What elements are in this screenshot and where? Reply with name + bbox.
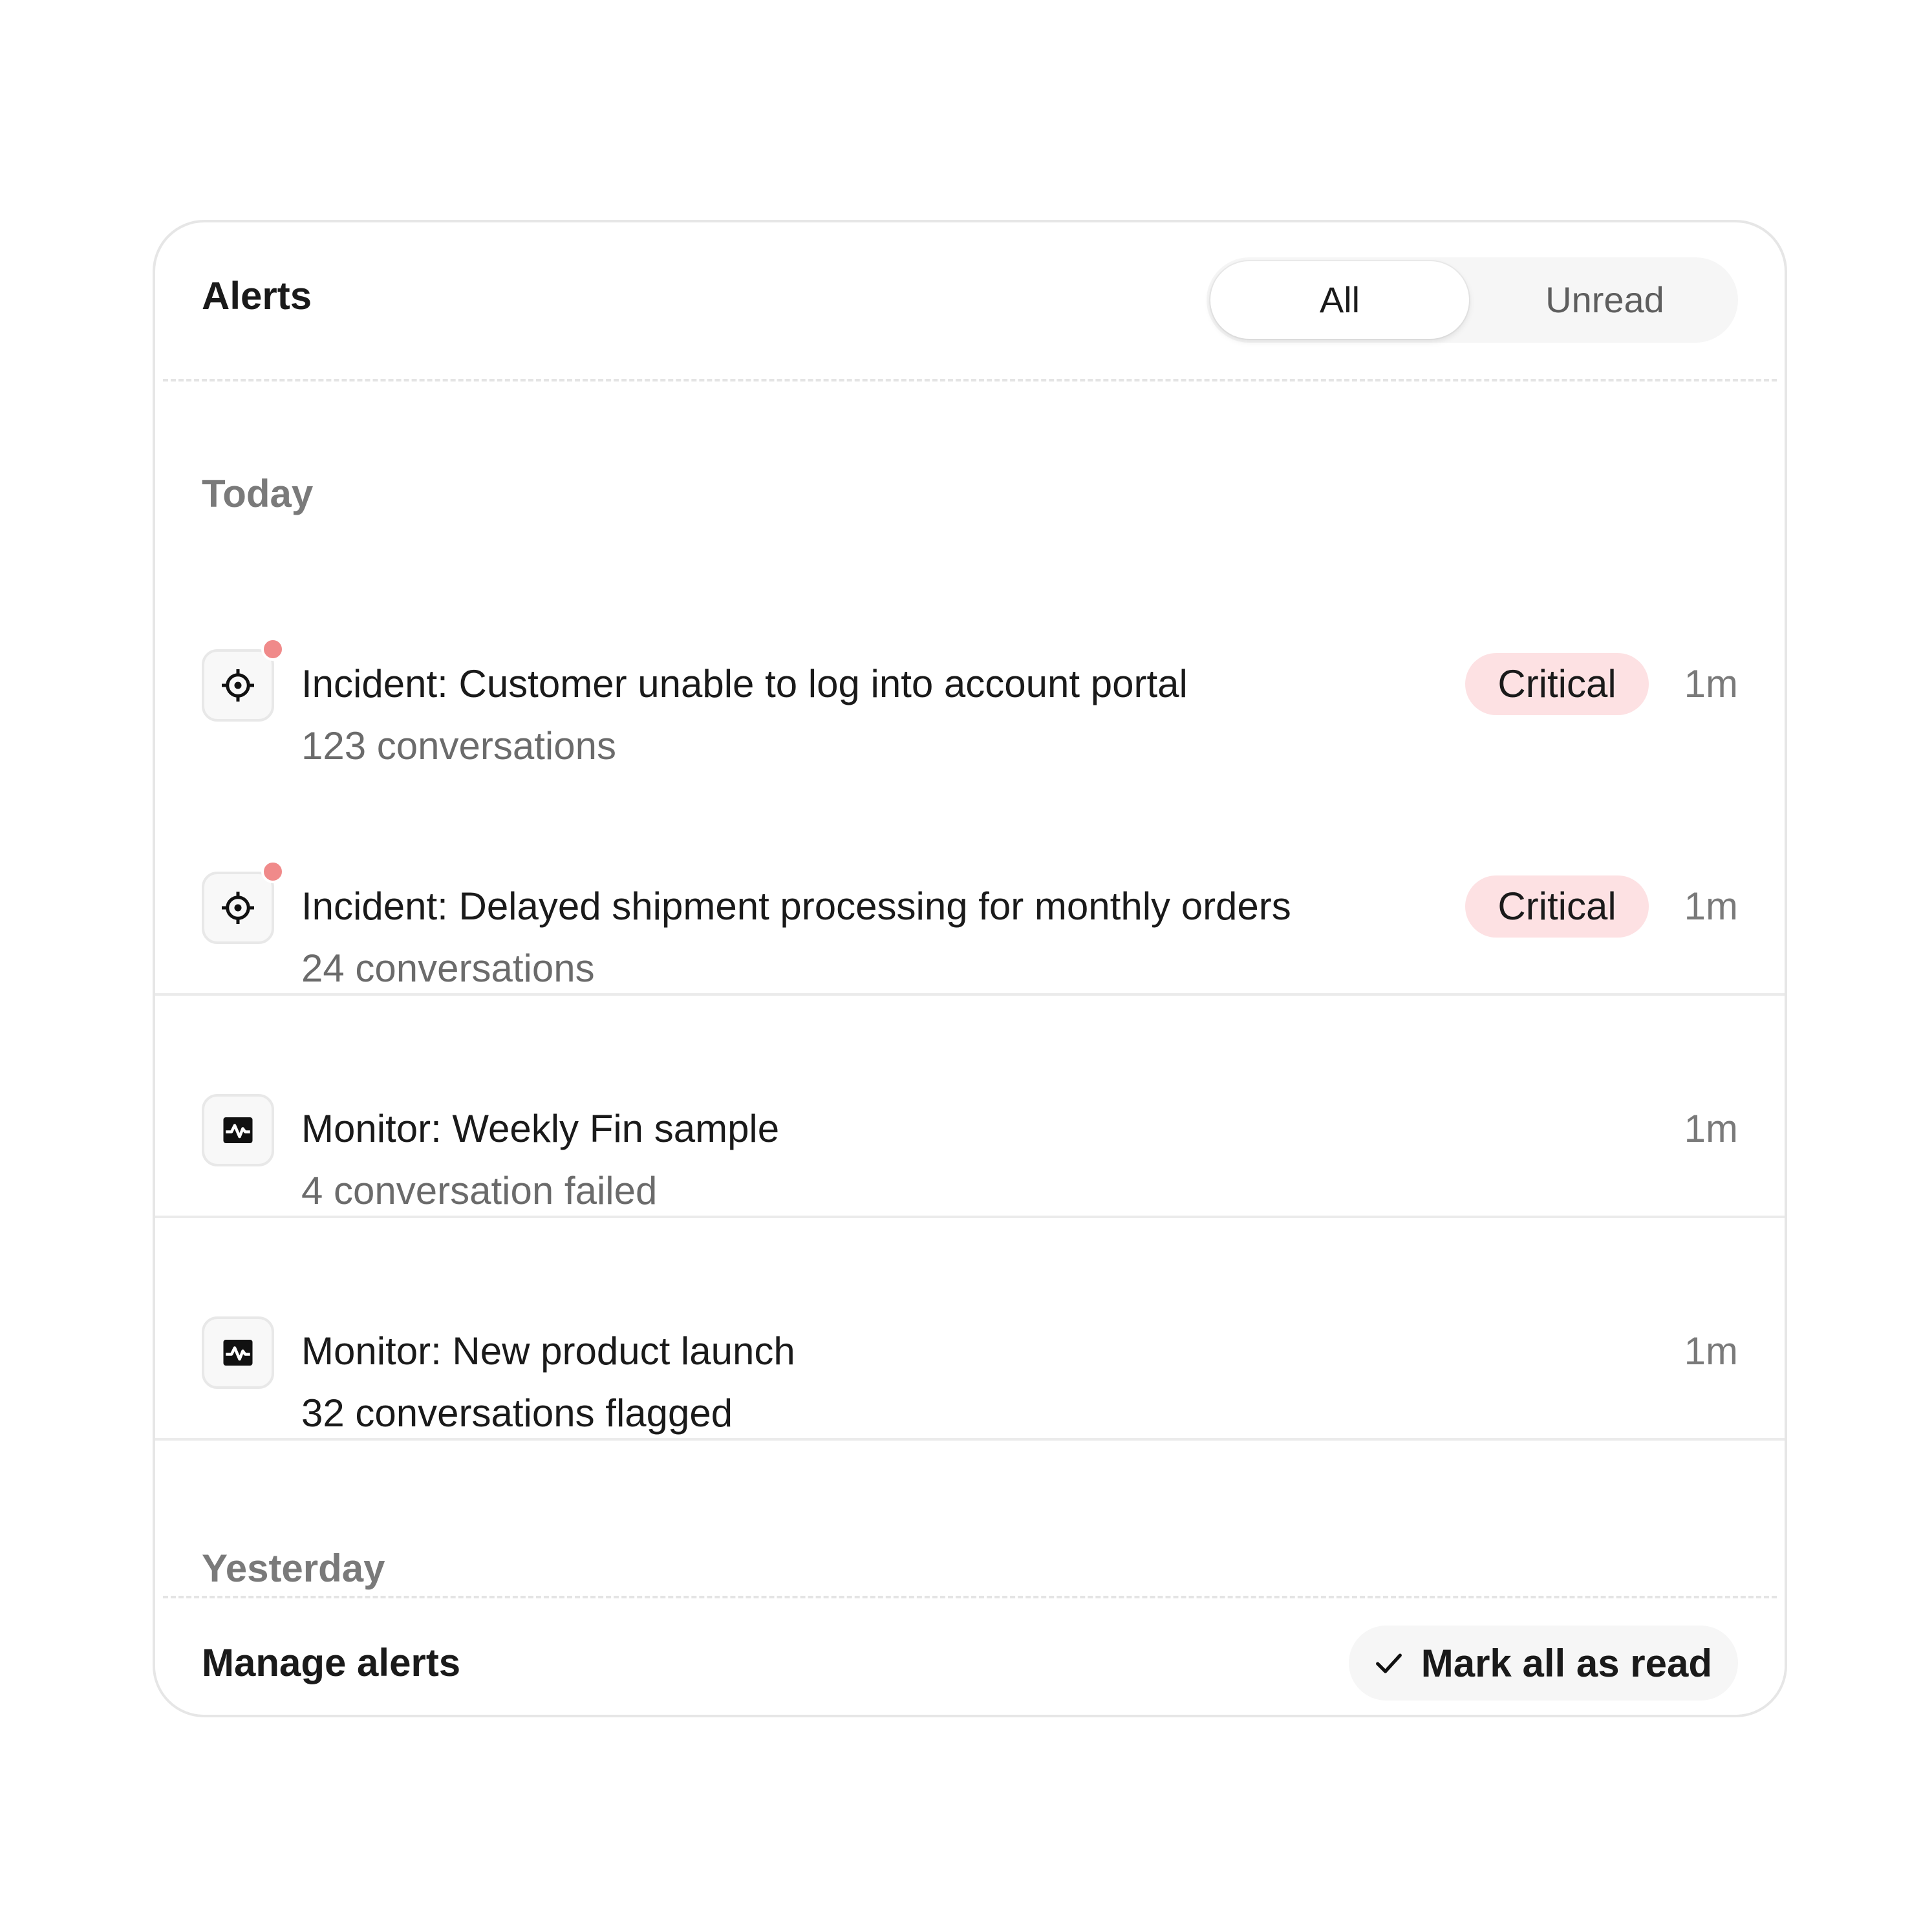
alert-title: Monitor: New product launch [301,1329,795,1373]
alert-subtitle: 32 conversations flagged [301,1391,733,1435]
alert-time: 1m [1684,662,1738,705]
alerts-header: Alerts All Unread [155,222,1785,378]
monitor-pulse-icon [223,1340,253,1366]
alert-icon-box [202,649,274,722]
alert-icon-box [202,1316,274,1389]
check-icon [1375,1653,1402,1673]
alert-subtitle: 4 conversation failed [301,1169,658,1212]
alert-subtitle: 123 conversations [301,724,616,767]
alert-title: Incident: Customer unable to log into ac… [301,662,1188,705]
alerts-panel: Alerts All Unread Today Incident: Custom… [153,220,1787,1717]
panel-title: Alerts [202,274,312,317]
alert-title: Incident: Delayed shipment processing fo… [301,885,1291,928]
alert-row[interactable]: Monitor: New product launch 32 conversat… [155,1218,1785,1441]
footer-divider [163,1596,1777,1598]
alert-row[interactable]: Monitor: Weekly Fin sample 4 conversatio… [155,996,1785,1218]
alert-icon-box [202,872,274,944]
tab-all[interactable]: All [1210,261,1469,339]
crosshair-icon [222,669,254,702]
mark-all-read-button[interactable]: Mark all as read [1348,1626,1738,1701]
tab-unread[interactable]: Unread [1476,261,1734,339]
unread-dot [261,860,284,883]
header-divider [163,379,1777,381]
unread-dot [261,638,284,661]
filter-segmented-control: All Unread [1207,257,1738,343]
monitor-pulse-icon [223,1117,253,1143]
alerts-footer: Manage alerts Mark all as read [155,1596,1785,1715]
alert-time: 1m [1684,885,1738,928]
alert-title: Monitor: Weekly Fin sample [301,1107,780,1150]
severity-badge: Critical [1465,653,1649,715]
section-label-today: Today [202,472,314,515]
alert-time: 1m [1684,1107,1738,1150]
alert-time: 1m [1684,1329,1738,1373]
crosshair-icon [222,892,254,924]
manage-alerts-link[interactable]: Manage alerts [202,1638,460,1688]
severity-badge: Critical [1465,875,1649,938]
alert-subtitle: 24 conversations [301,947,595,990]
alert-row[interactable]: Incident: Delayed shipment processing fo… [155,773,1785,996]
mark-all-read-label: Mark all as read [1421,1641,1712,1685]
section-label-yesterday: Yesterday [202,1547,385,1590]
alert-icon-box [202,1094,274,1166]
